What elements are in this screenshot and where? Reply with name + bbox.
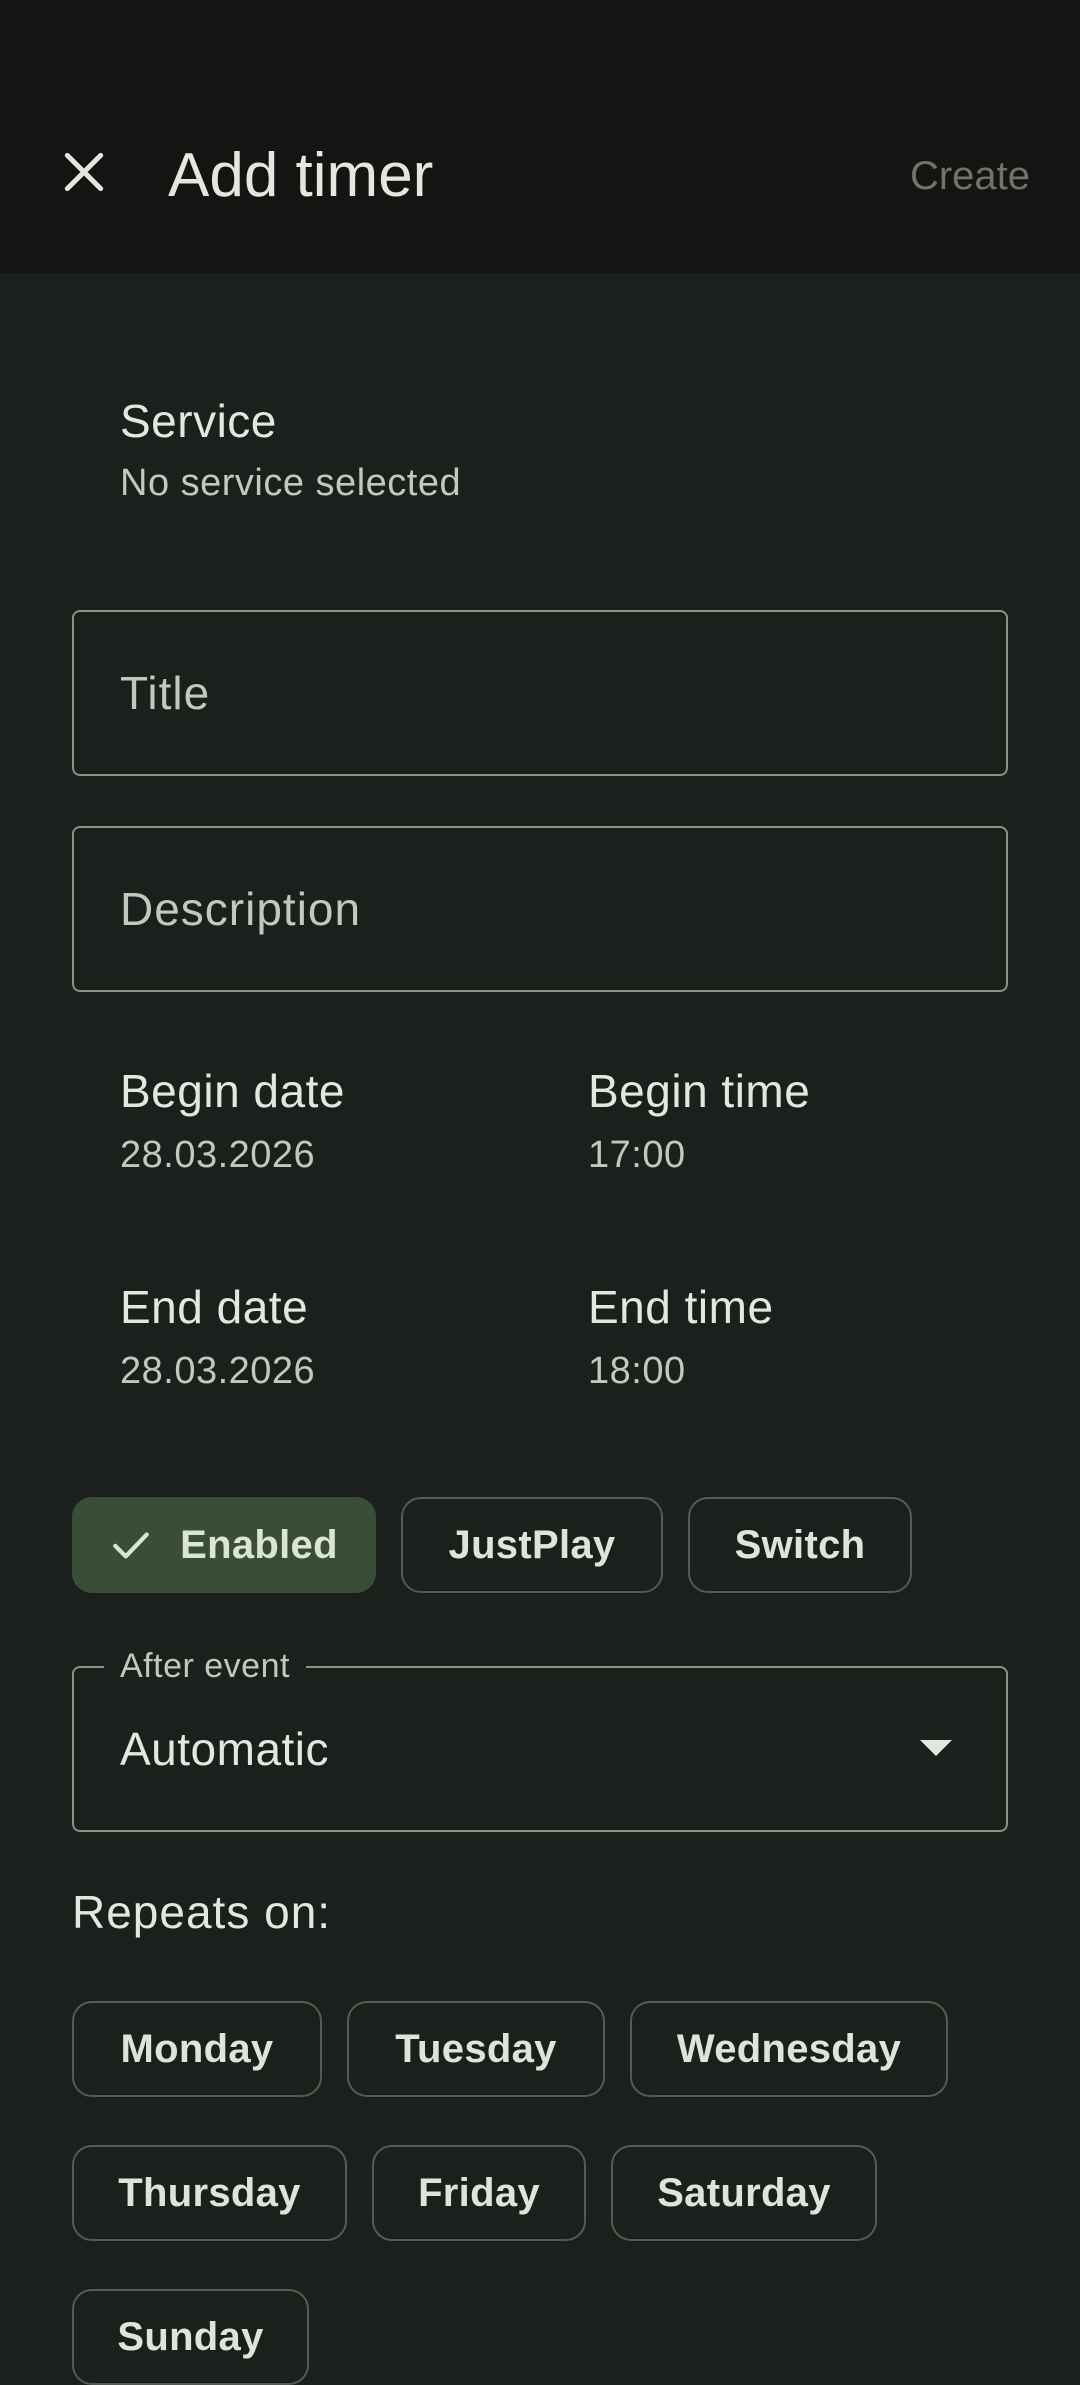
- justplay-chip[interactable]: JustPlay: [401, 1497, 663, 1593]
- day-chip-label: Tuesday: [395, 2026, 557, 2071]
- close-button[interactable]: [44, 132, 124, 212]
- title-input[interactable]: Title: [72, 610, 1008, 776]
- day-chip-friday[interactable]: Friday: [372, 2145, 586, 2241]
- after-event-label: After event: [104, 1646, 306, 1686]
- switch-chip-label: Switch: [734, 1522, 866, 1567]
- day-chip-label: Monday: [120, 2026, 274, 2071]
- page-title: Add timer: [168, 141, 434, 210]
- end-time-label: End time: [588, 1281, 774, 1333]
- dropdown-arrow-icon: [918, 1738, 954, 1763]
- justplay-chip-label: JustPlay: [448, 1522, 616, 1567]
- service-selector[interactable]: Service No service selected: [120, 393, 461, 507]
- service-value: No service selected: [120, 462, 462, 504]
- begin-time-picker[interactable]: Begin time 17:00: [588, 1063, 810, 1179]
- day-chip-monday[interactable]: Monday: [72, 2001, 322, 2097]
- end-date-label: End date: [120, 1281, 309, 1333]
- end-time-picker[interactable]: End time 18:00: [588, 1279, 774, 1395]
- title-placeholder: Title: [120, 667, 211, 719]
- end-date-picker[interactable]: End date 28.03.2026: [120, 1279, 315, 1395]
- day-chip-label: Sunday: [117, 2314, 264, 2359]
- day-chip-label: Saturday: [657, 2170, 831, 2215]
- day-chip-label: Friday: [418, 2170, 540, 2215]
- day-chip-wednesday[interactable]: Wednesday: [630, 2001, 948, 2097]
- switch-chip[interactable]: Switch: [688, 1497, 912, 1593]
- check-icon: [110, 1524, 152, 1566]
- after-event-dropdown[interactable]: After event Automatic: [72, 1646, 1008, 1832]
- after-event-value: Automatic: [120, 1723, 330, 1775]
- begin-date-value: 28.03.2026: [120, 1134, 316, 1176]
- enabled-chip[interactable]: Enabled: [72, 1497, 376, 1593]
- day-chip-label: Thursday: [118, 2170, 301, 2215]
- begin-time-value: 17:00: [588, 1134, 686, 1176]
- service-label: Service: [120, 395, 277, 447]
- close-icon: [64, 152, 104, 192]
- day-chip-sunday[interactable]: Sunday: [72, 2289, 309, 2385]
- timer-form: Service No service selected Title Descri…: [0, 273, 1080, 2385]
- begin-time-label: Begin time: [588, 1065, 811, 1117]
- status-bar: [0, 0, 1080, 95]
- end-time-value: 18:00: [588, 1350, 686, 1392]
- day-chip-label: Wednesday: [676, 2026, 902, 2071]
- end-date-value: 28.03.2026: [120, 1350, 316, 1392]
- begin-date-picker[interactable]: Begin date 28.03.2026: [120, 1063, 345, 1179]
- day-chip-tuesday[interactable]: Tuesday: [347, 2001, 605, 2097]
- day-chip-thursday[interactable]: Thursday: [72, 2145, 347, 2241]
- day-chip-saturday[interactable]: Saturday: [611, 2145, 877, 2241]
- description-placeholder: Description: [120, 883, 362, 935]
- description-input[interactable]: Description: [72, 826, 1008, 992]
- enabled-chip-label: Enabled: [180, 1522, 338, 1567]
- begin-date-label: Begin date: [120, 1065, 345, 1117]
- create-button[interactable]: Create: [910, 148, 1030, 204]
- repeats-label: Repeats on:: [72, 1886, 332, 1938]
